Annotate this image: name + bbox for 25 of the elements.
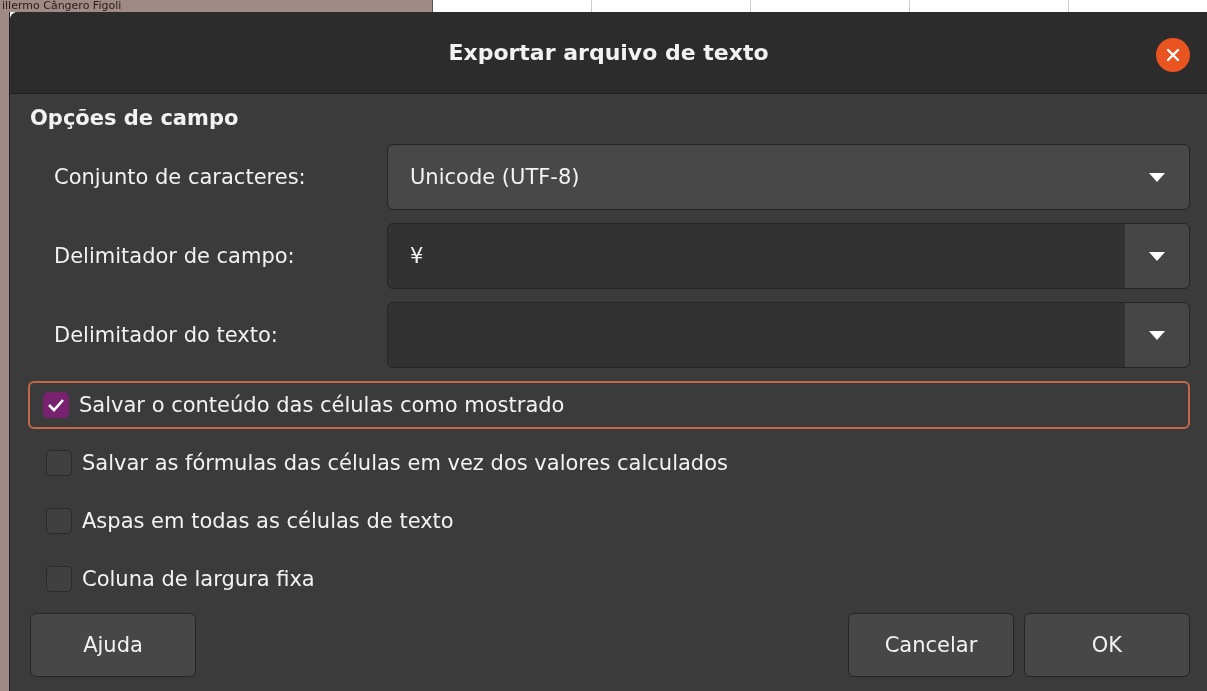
caret-icon bbox=[1149, 330, 1165, 340]
check-icon bbox=[47, 398, 65, 412]
section-title: Opções de campo bbox=[30, 106, 240, 130]
checkbox-label[interactable]: Coluna de largura fixa bbox=[82, 567, 315, 591]
close-button[interactable] bbox=[1156, 38, 1190, 72]
dropdown[interactable]: Unicode (UTF-8) bbox=[387, 144, 1190, 210]
checkbox-label[interactable]: Salvar o conteúdo das células como mostrado bbox=[79, 393, 565, 417]
caret-icon bbox=[1149, 251, 1165, 261]
cancel-button[interactable]: Cancelar bbox=[848, 613, 1014, 677]
checkbox-label[interactable]: Salvar as fórmulas das células em vez dos valores calculados bbox=[82, 451, 728, 475]
close-icon bbox=[1166, 48, 1180, 62]
combo-field[interactable]: ¥ bbox=[387, 223, 1190, 289]
field-value: ¥ bbox=[409, 244, 425, 268]
checkbox-label[interactable]: Aspas em todas as células de texto bbox=[82, 509, 454, 533]
field-label: Delimitador de campo: bbox=[54, 244, 296, 268]
ok-button[interactable]: OK bbox=[1024, 613, 1190, 677]
spreadsheet-cell: illermo Cângero Figoli bbox=[0, 0, 433, 12]
combo-field[interactable] bbox=[387, 302, 1190, 368]
dialog-title: Exportar arquivo de texto bbox=[448, 40, 769, 65]
checkbox[interactable] bbox=[43, 392, 69, 418]
help-button[interactable]: Ajuda bbox=[30, 613, 196, 677]
field-value: Unicode (UTF-8) bbox=[409, 165, 581, 189]
caret-icon bbox=[1149, 172, 1165, 182]
field-label: Delimitador do texto: bbox=[54, 323, 279, 347]
field-label: Conjunto de caracteres: bbox=[54, 165, 307, 189]
